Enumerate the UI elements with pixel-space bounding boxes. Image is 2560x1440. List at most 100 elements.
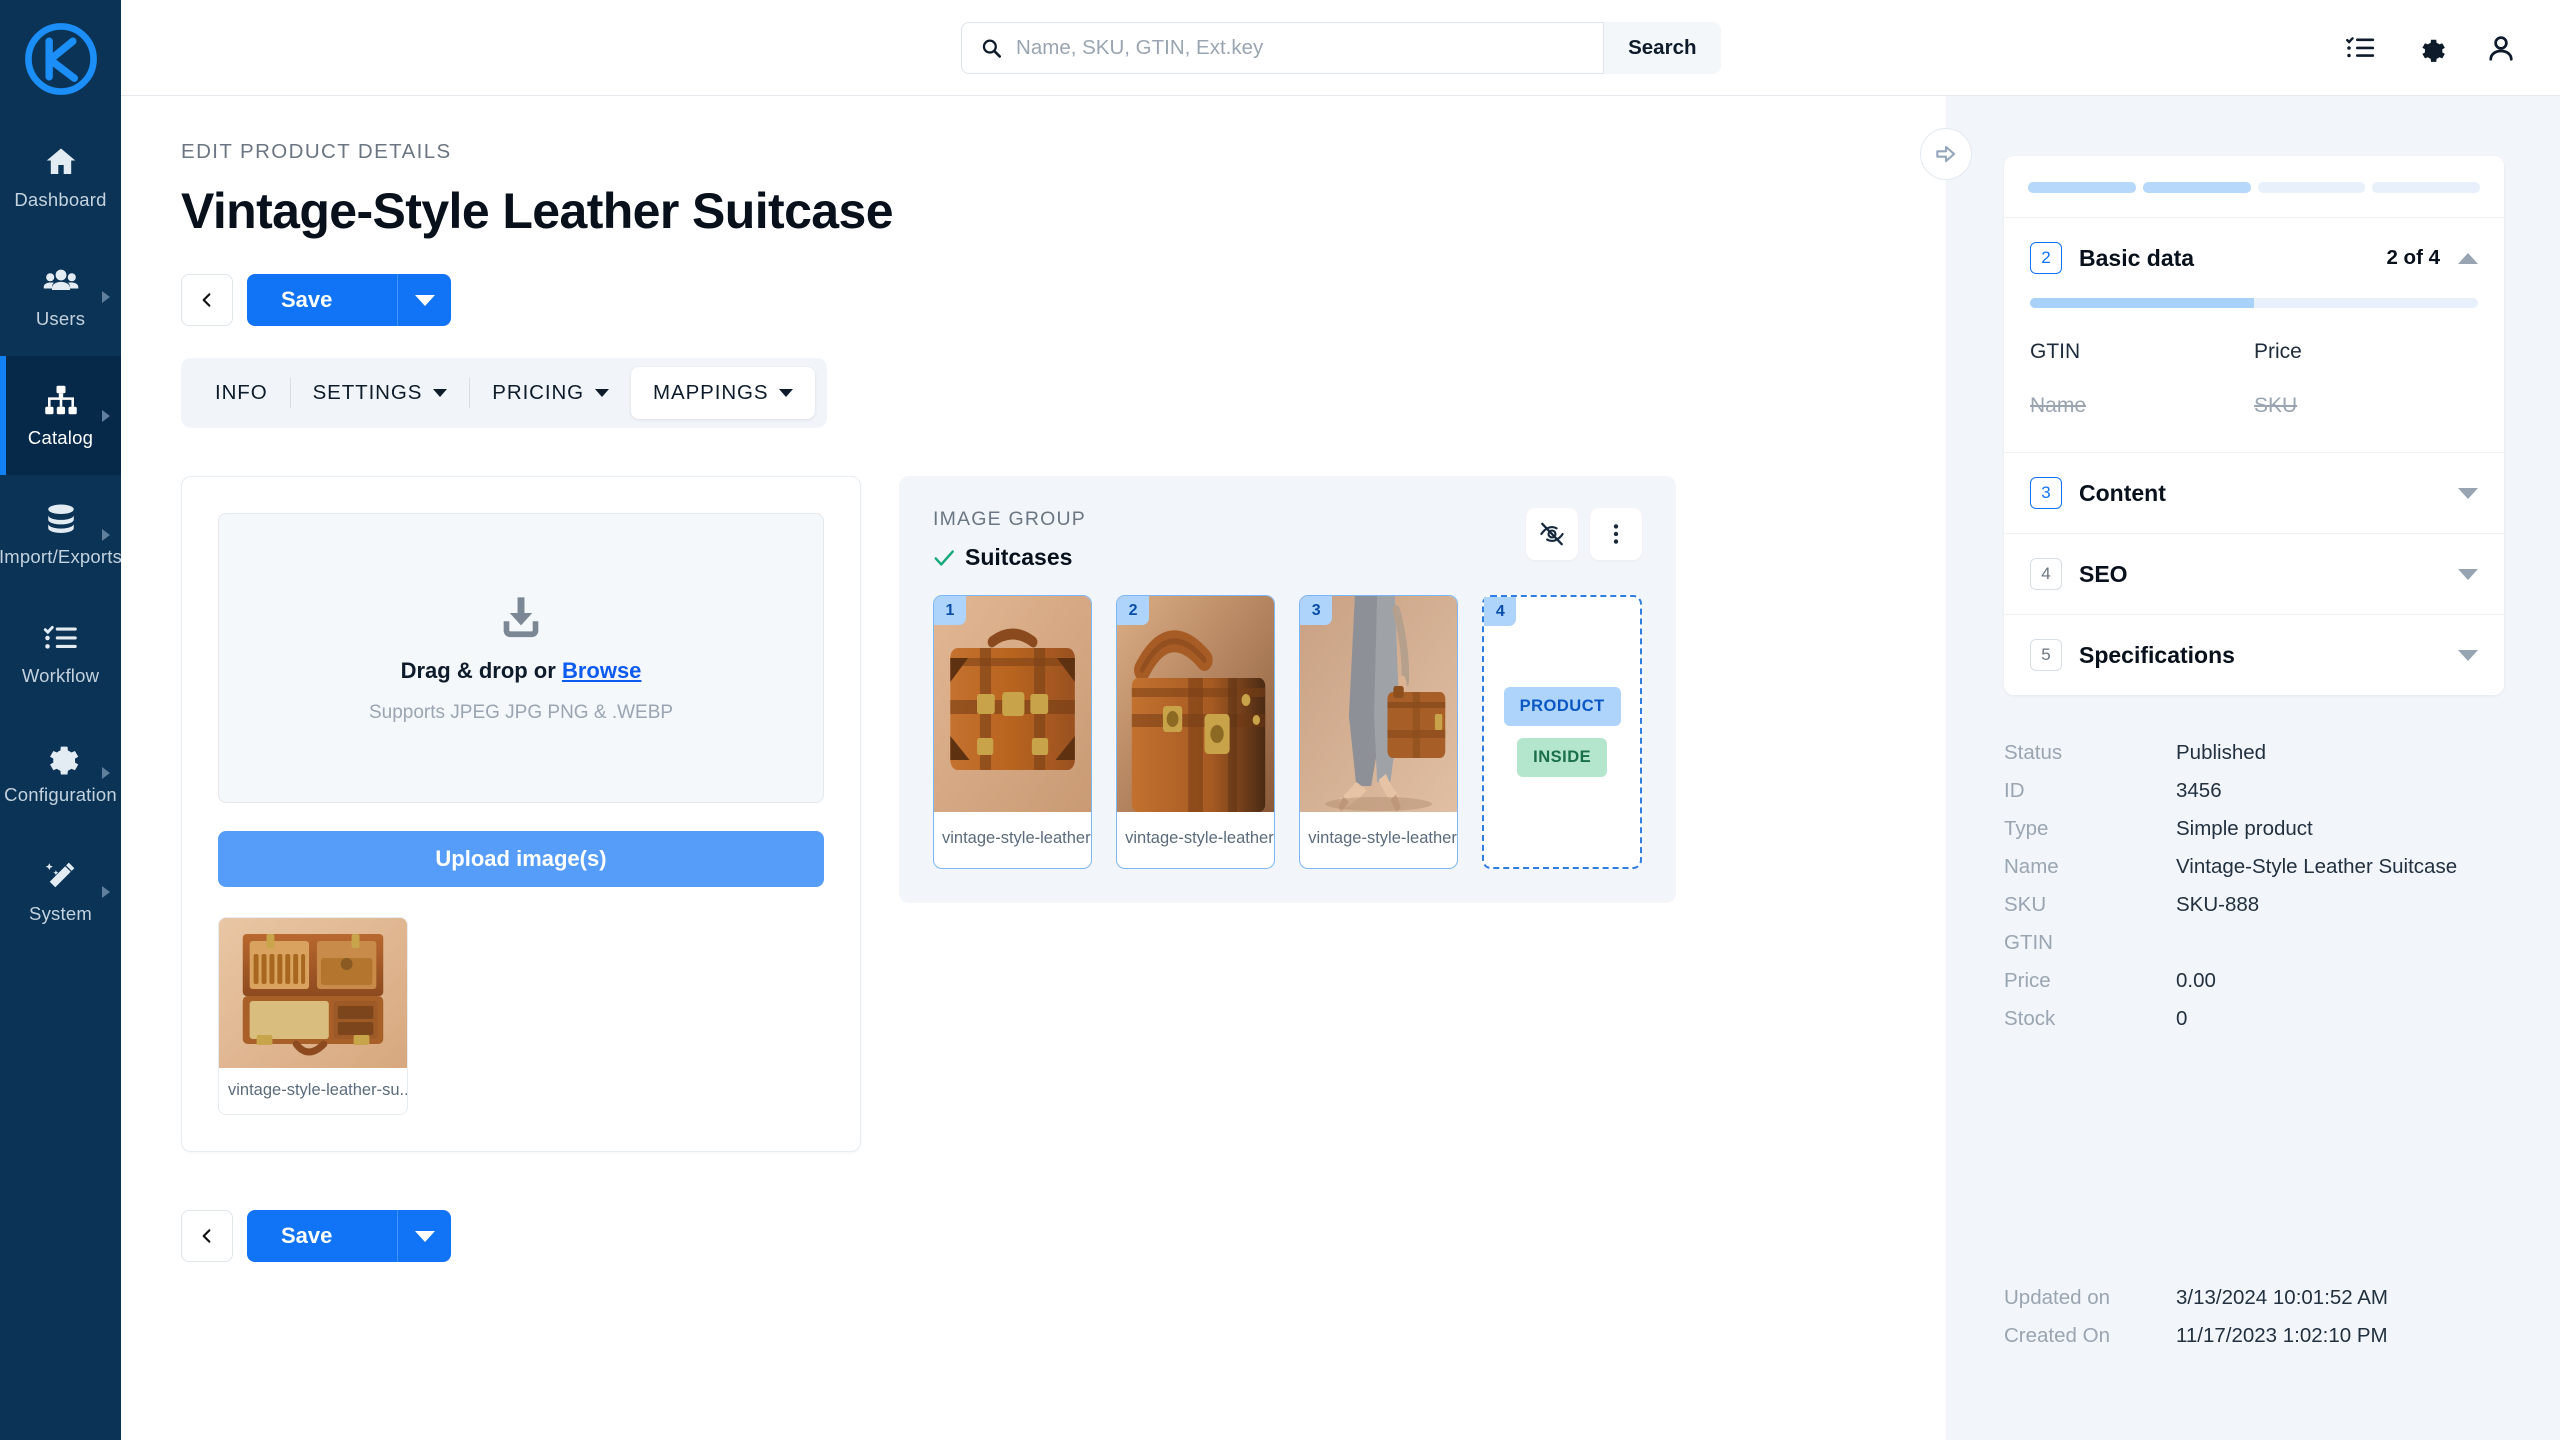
kebab-menu-icon: [1613, 524, 1619, 544]
progress-segment: [2257, 182, 2366, 193]
upload-images-button[interactable]: Upload image(s): [218, 831, 824, 887]
tab-label: INFO: [215, 381, 268, 404]
meta-row: GTIN: [2004, 931, 2504, 955]
sitemap-icon: [44, 385, 77, 415]
save-button-bottom[interactable]: Save: [247, 1210, 397, 1262]
section-number: 4: [2030, 558, 2062, 590]
section-meta: [2458, 487, 2478, 499]
uploaded-thumbnail-card[interactable]: vintage-style-leather-su...: [218, 917, 408, 1115]
panels-row: Drag & drop or Browse Supports JPEG JPG …: [181, 476, 1946, 1152]
meta-row: Created On 11/17/2023 1:02:10 PM: [2004, 1324, 2504, 1348]
tab-settings[interactable]: SETTINGS: [291, 367, 470, 419]
dropzone-text: Drag & drop or Browse: [401, 658, 642, 684]
tab-pricing[interactable]: PRICING: [470, 367, 631, 419]
dropzone[interactable]: Drag & drop or Browse Supports JPEG JPG …: [218, 513, 824, 803]
image-index-badge: 2: [1117, 596, 1150, 625]
browse-link[interactable]: Browse: [562, 658, 641, 683]
hide-group-button[interactable]: [1526, 508, 1578, 560]
dropzone-main-label: Drag & drop or: [400, 658, 556, 683]
meta-value: SKU-888: [2176, 893, 2260, 916]
tab-mappings[interactable]: MAPPINGS: [631, 367, 816, 419]
user-icon[interactable]: [2486, 33, 2516, 63]
checklist-icon: [43, 625, 77, 649]
sidebar-item-label: Catalog: [27, 427, 94, 448]
field-gtin: GTIN: [2030, 340, 2081, 363]
suitcase-front-image: [934, 596, 1092, 812]
accordion-header-seo[interactable]: 4 SEO: [2004, 534, 2504, 614]
progress-segment: [2142, 182, 2251, 193]
app-logo[interactable]: [0, 0, 121, 118]
basic-data-fields: GTIN Price Name SKU: [2030, 340, 2478, 418]
image-drop-target[interactable]: 4 PRODUCT INSIDE: [1482, 595, 1642, 869]
accordion-header-basic-data[interactable]: 2 Basic data 2 of 4: [2004, 218, 2504, 298]
meta-row: ID 3456: [2004, 779, 2504, 803]
meta-value: Simple product: [2176, 817, 2313, 840]
back-button[interactable]: [181, 274, 233, 326]
topbar-actions: [2346, 33, 2560, 63]
sidebar-item-users[interactable]: Users: [0, 237, 121, 356]
collapse-panel-button[interactable]: [1920, 128, 1972, 180]
save-dropdown-button-bottom[interactable]: [397, 1210, 451, 1262]
sidebar-item-configuration[interactable]: Configuration: [0, 713, 121, 832]
image-card[interactable]: 2 vintage-style-leather-suitca...: [1116, 595, 1276, 869]
tag-inside: INSIDE: [1517, 738, 1608, 777]
save-dropdown-button[interactable]: [397, 274, 451, 326]
users-icon: [43, 269, 78, 290]
meta-key: Status: [2004, 741, 2063, 764]
sidebar-item-catalog[interactable]: Catalog: [0, 356, 121, 475]
sidebar-item-import-exports[interactable]: Import/Exports: [0, 475, 123, 594]
section-meta: 2 of 4: [2386, 246, 2478, 270]
image-card[interactable]: 1 vintage-style-leather-suitca...: [933, 595, 1093, 869]
completion-card: 2 Basic data 2 of 4 GTIN Price Name SKU …: [2004, 156, 2504, 695]
search-button[interactable]: Search: [1604, 21, 1721, 74]
search-input[interactable]: [1016, 35, 1586, 60]
save-button[interactable]: Save: [247, 274, 397, 326]
meta-row: Status Published: [2004, 741, 2504, 765]
image-group-header: IMAGE GROUP Suitcases: [933, 508, 1642, 571]
accordion-header-specifications[interactable]: 5 Specifications: [2004, 615, 2504, 695]
meta-key: ID: [2004, 779, 2025, 802]
image-index-badge: 1: [934, 596, 966, 625]
database-icon: [47, 504, 74, 533]
k-logo-icon: [24, 23, 97, 95]
accordion-body-basic-data: GTIN Price Name SKU: [2004, 298, 2504, 452]
image-group-actions: [1526, 508, 1642, 560]
gear-icon[interactable]: [2416, 33, 2446, 63]
sidebar-item-system[interactable]: System: [0, 832, 121, 951]
field-sku: SKU: [2254, 394, 2298, 417]
main-column: Search: [121, 0, 2560, 1440]
meta-row: SKU SKU-888: [2004, 893, 2504, 917]
progress-segments: [2004, 156, 2504, 217]
tasks-icon[interactable]: [2346, 33, 2376, 63]
section-title: SEO: [2079, 560, 2128, 587]
gear-icon: [49, 746, 78, 775]
image-index-badge: 4: [1484, 597, 1517, 626]
group-menu-button[interactable]: [1590, 508, 1642, 560]
progress-segment: [2028, 182, 2136, 193]
search-box[interactable]: [960, 21, 1605, 74]
tab-info[interactable]: INFO: [193, 367, 290, 419]
accordion-header-content[interactable]: 3 Content: [2004, 453, 2504, 533]
page-kicker: EDIT PRODUCT DETAILS: [181, 140, 452, 163]
sidebar-nav: Dashboard Users Catalog Import/Exports W…: [0, 118, 123, 951]
sidebar-item-workflow[interactable]: Workflow: [0, 594, 121, 713]
chevron-up-icon: [2458, 252, 2478, 264]
eye-off-icon: [1540, 522, 1564, 546]
meta-value: 3456: [2176, 779, 2222, 802]
sidebar-item-label: Workflow: [21, 665, 100, 686]
accordion-section-content: 3 Content: [2004, 452, 2504, 533]
image-group-titles: IMAGE GROUP Suitcases: [933, 508, 1086, 571]
tab-label: MAPPINGS: [653, 381, 769, 404]
app-root: Dashboard Users Catalog Import/Exports W…: [0, 0, 2560, 1440]
meta-value: 3/13/2024 10:01:52 AM: [2176, 1286, 2389, 1309]
accordion-section-basic-data: 2 Basic data 2 of 4 GTIN Price Name SKU: [2004, 217, 2504, 452]
meta-row: Stock 0: [2004, 1007, 2504, 1031]
image-index-badge: 3: [1300, 596, 1333, 625]
save-button-group: Save: [247, 274, 451, 326]
chevron-down-icon: [2458, 487, 2478, 499]
back-button-bottom[interactable]: [181, 1210, 233, 1262]
chevron-right-icon: [102, 885, 110, 898]
sidebar-item-dashboard[interactable]: Dashboard: [0, 118, 121, 237]
sidebar-item-label: Import/Exports: [0, 546, 123, 567]
image-card[interactable]: 3 vintage-style-leather-suitca...: [1299, 595, 1459, 869]
